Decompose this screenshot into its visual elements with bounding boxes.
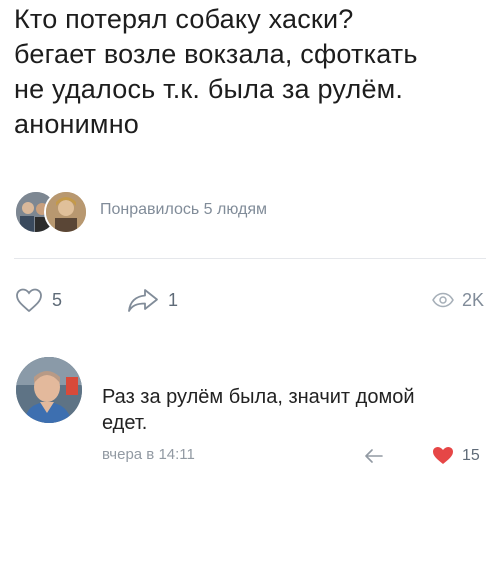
views-counter: 2K bbox=[431, 290, 484, 311]
comment-like-count: 15 bbox=[462, 446, 480, 464]
post-actions: 5 1 2K bbox=[14, 285, 484, 315]
likers-row[interactable]: Понравилось 5 людям bbox=[14, 188, 267, 234]
avatar[interactable] bbox=[44, 190, 88, 234]
share-arrow-icon bbox=[128, 289, 158, 312]
comment-meta: вчера в 14:11 15 bbox=[102, 446, 482, 468]
comment-time[interactable]: вчера в 14:11 bbox=[102, 446, 195, 463]
post-text-line: анонимно bbox=[14, 109, 140, 139]
liker-avatars[interactable] bbox=[14, 188, 96, 234]
comment-author-avatar[interactable] bbox=[16, 357, 82, 423]
post-text-line: не удалось т.к. была за рулём. bbox=[14, 74, 404, 104]
heart-outline-icon bbox=[16, 288, 42, 313]
likers-text[interactable]: Понравилось 5 людям bbox=[100, 201, 267, 219]
post-text-line: бегает возле вокзала, сфоткать bbox=[14, 39, 418, 69]
post-text: Кто потерял собаку хаски? бегает возле в… bbox=[14, 2, 484, 142]
comment: Раз за рулём была, значит домой едет. вч… bbox=[102, 384, 482, 468]
post-text-line: Кто потерял собаку хаски? bbox=[14, 4, 354, 34]
like-button[interactable]: 5 bbox=[14, 287, 62, 313]
eye-icon bbox=[432, 292, 454, 308]
heart-filled-icon bbox=[433, 447, 453, 464]
comment-text: Раз за рулём была, значит домой едет. bbox=[102, 384, 482, 436]
reply-button[interactable] bbox=[364, 448, 384, 468]
views-count: 2K bbox=[461, 289, 484, 310]
comment-like-button[interactable]: 15 bbox=[432, 446, 480, 465]
comment-text-line: едет. bbox=[102, 412, 148, 434]
divider bbox=[14, 258, 486, 259]
reply-arrow-icon bbox=[365, 449, 383, 463]
comment-text-line: Раз за рулём была, значит домой bbox=[102, 386, 415, 408]
share-button[interactable]: 1 bbox=[126, 287, 178, 313]
share-count: 1 bbox=[168, 289, 179, 310]
like-count: 5 bbox=[52, 289, 63, 310]
